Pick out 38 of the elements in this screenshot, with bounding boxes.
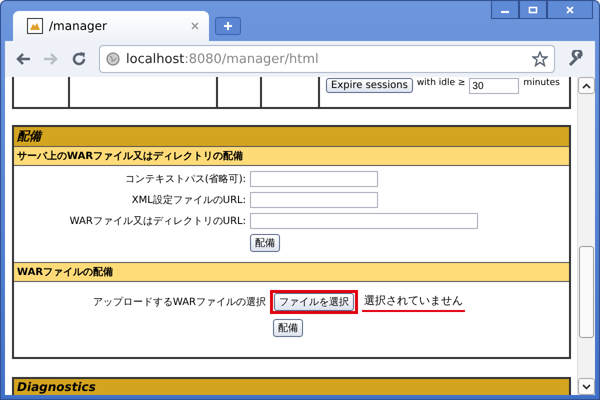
reload-icon[interactable] [71,51,87,67]
close-icon [565,6,575,14]
file-status-text: 選択されていません [362,292,465,312]
close-icon[interactable] [191,22,199,30]
maximize-icon [528,6,538,14]
field-label: XML設定ファイルのURL: [130,194,246,207]
wrench-icon[interactable] [567,50,585,68]
section-header: 配備 [14,127,569,147]
input-field[interactable] [250,213,478,229]
back-icon[interactable] [15,52,31,66]
close-button[interactable] [547,1,593,19]
star-icon[interactable] [532,51,548,67]
globe-icon [106,52,120,66]
choose-file-button[interactable]: ファイルを選択 [274,293,354,311]
section-header: Diagnostics [14,379,569,395]
scrollbar-thumb[interactable] [579,246,594,338]
idle-minutes-field[interactable]: 30 [469,78,520,94]
new-tab-button[interactable] [215,17,241,35]
field-label: コンテキストパス(省略可): [124,172,246,186]
expire-sessions-button[interactable]: Expire sessions [326,78,413,93]
address-bar[interactable]: localhost:8080/manager/html [99,45,555,73]
idle-label: with idle ≥ [416,78,466,88]
deploy-button[interactable]: 配備 [273,319,303,337]
minutes-label: minutes [523,78,560,88]
browser-tab[interactable]: /manager [13,11,209,41]
minimize-button[interactable] [491,1,519,19]
plus-icon [223,21,233,31]
input-field[interactable] [250,192,378,208]
field-label: アップロードするWARファイルの選択 [92,296,266,309]
subsection-header: サーバ上のWARファイル又はディレクトリの配備 [14,147,569,166]
tab-title: /manager [49,19,108,33]
input-field[interactable] [250,171,378,187]
maximize-button[interactable] [519,1,547,19]
subsection-header: WARファイルの配備 [14,262,569,282]
deploy-button[interactable]: 配備 [250,234,280,252]
scrollbar[interactable] [577,77,595,395]
url-text: localhost:8080/manager/html [126,52,320,66]
field-label: WARファイル又はディレクトリのURL: [68,215,246,228]
